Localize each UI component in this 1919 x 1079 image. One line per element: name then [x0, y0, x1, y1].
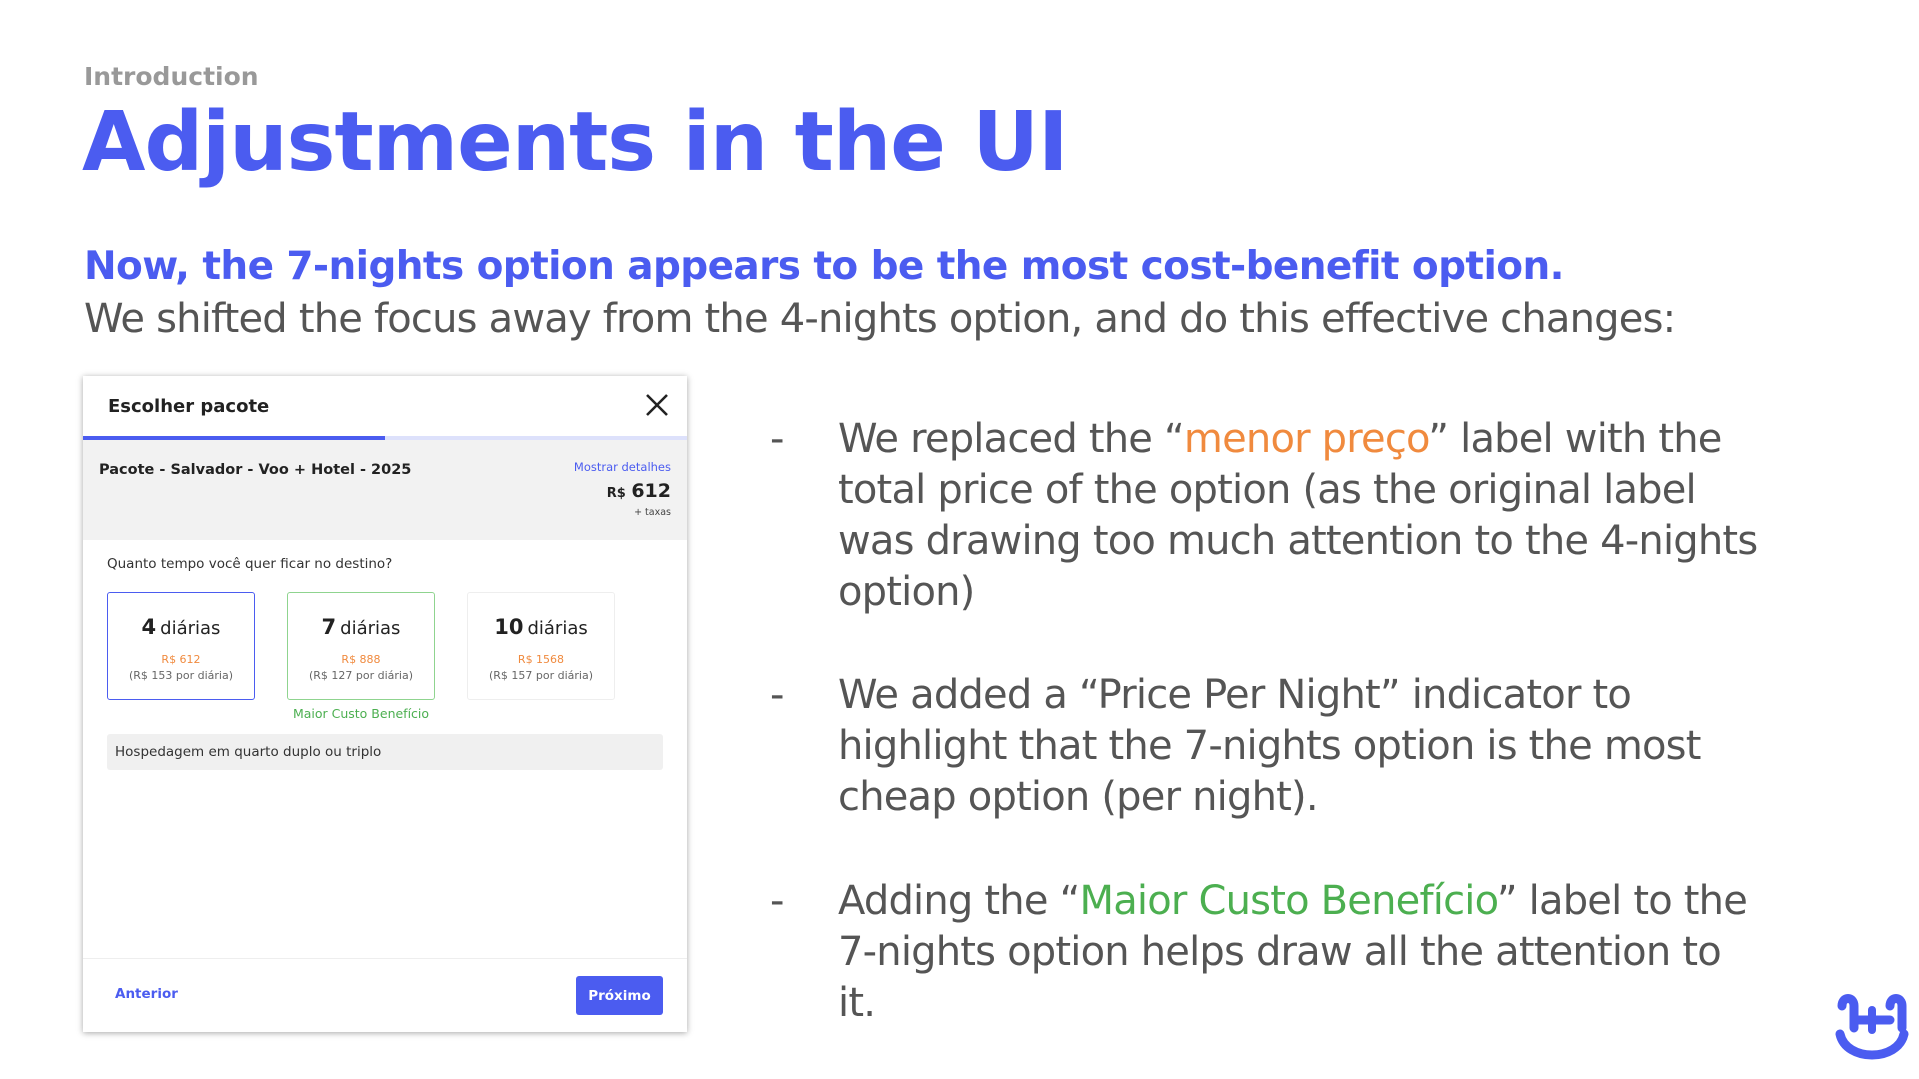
option-days: 7 diárias — [288, 615, 434, 639]
option-card-4-days[interactable]: 4 diárias R$ 612 (R$ 153 por diária) — [107, 592, 255, 700]
headline: Now, the 7-nights option appears to be t… — [84, 244, 1564, 289]
highlight-menor-preco: menor preço — [1183, 416, 1429, 462]
option-days-unit: diárias — [527, 618, 588, 639]
price-amount: 612 — [631, 480, 671, 502]
show-details-link[interactable]: Mostrar detalhes — [574, 460, 671, 474]
option-price-per-night: (R$ 157 por diária) — [488, 669, 594, 682]
modal-title: Escolher pacote — [108, 396, 270, 417]
option-price: R$ 612 — [161, 653, 201, 666]
duration-question: Quanto tempo você quer ficar no destino? — [107, 556, 393, 572]
option-price-per-night: (R$ 127 por diária) — [308, 669, 414, 682]
package-name: Pacote - Salvador - Voo + Hotel - 2025 — [99, 462, 412, 478]
taxes-note: + taxas — [634, 507, 671, 518]
slide-title: Adjustments in the UI — [82, 95, 1069, 190]
option-days-number: 10 — [494, 615, 524, 639]
highlight-maior-custo-beneficio: Maior Custo Benefício — [1079, 878, 1498, 924]
bullet-text: We replaced the “menor preço” label with… — [838, 414, 1768, 618]
option-price-per-night: (R$ 153 por diária) — [128, 669, 234, 682]
total-price: R$ 612 — [607, 480, 671, 502]
bullet-text: Adding the “Maior Custo Benefício” label… — [838, 876, 1768, 1029]
bullet-dash: - — [770, 878, 784, 924]
bullet-text: We added a “Price Per Night” indicator t… — [838, 672, 1701, 820]
option-days: 10 diárias — [468, 615, 614, 639]
bullet-text-part: Adding the “ — [838, 878, 1080, 924]
section-label: Introduction — [84, 62, 259, 91]
option-price: R$ 888 — [341, 653, 381, 666]
modal-header: Escolher pacote — [83, 376, 687, 438]
option-days: 4 diárias — [108, 615, 254, 639]
footer-divider — [83, 958, 687, 959]
option-card-7-days[interactable]: 7 diárias R$ 888 (R$ 127 por diária) — [287, 592, 435, 700]
option-price: R$ 1568 — [517, 653, 565, 666]
best-value-badge: Maior Custo Benefício — [292, 706, 430, 721]
option-days-unit: diárias — [340, 618, 401, 639]
option-card-10-days[interactable]: 10 diárias R$ 1568 (R$ 157 por diária) — [467, 592, 615, 700]
subline: We shifted the focus away from the 4-nig… — [84, 296, 1676, 342]
bullet-text-part: We replaced the “ — [838, 416, 1185, 462]
option-days-unit: diárias — [160, 618, 221, 639]
brand-logo-icon — [1835, 994, 1909, 1060]
next-button[interactable]: Próximo — [576, 976, 663, 1015]
previous-button[interactable]: Anterior — [115, 986, 178, 1002]
option-days-number: 7 — [321, 615, 337, 639]
package-modal: Escolher pacote Pacote - Salvador - Voo … — [83, 376, 687, 1032]
bullet-dash: - — [770, 672, 784, 718]
room-info-text: Hospedagem em quarto duplo ou triplo — [115, 744, 382, 760]
bullet-dash: - — [770, 416, 784, 462]
package-summary: Pacote - Salvador - Voo + Hotel - 2025 M… — [83, 440, 687, 540]
currency: R$ — [606, 486, 626, 501]
close-icon[interactable] — [642, 390, 672, 420]
room-info-box: Hospedagem em quarto duplo ou triplo — [107, 734, 663, 770]
option-days-number: 4 — [141, 615, 157, 639]
